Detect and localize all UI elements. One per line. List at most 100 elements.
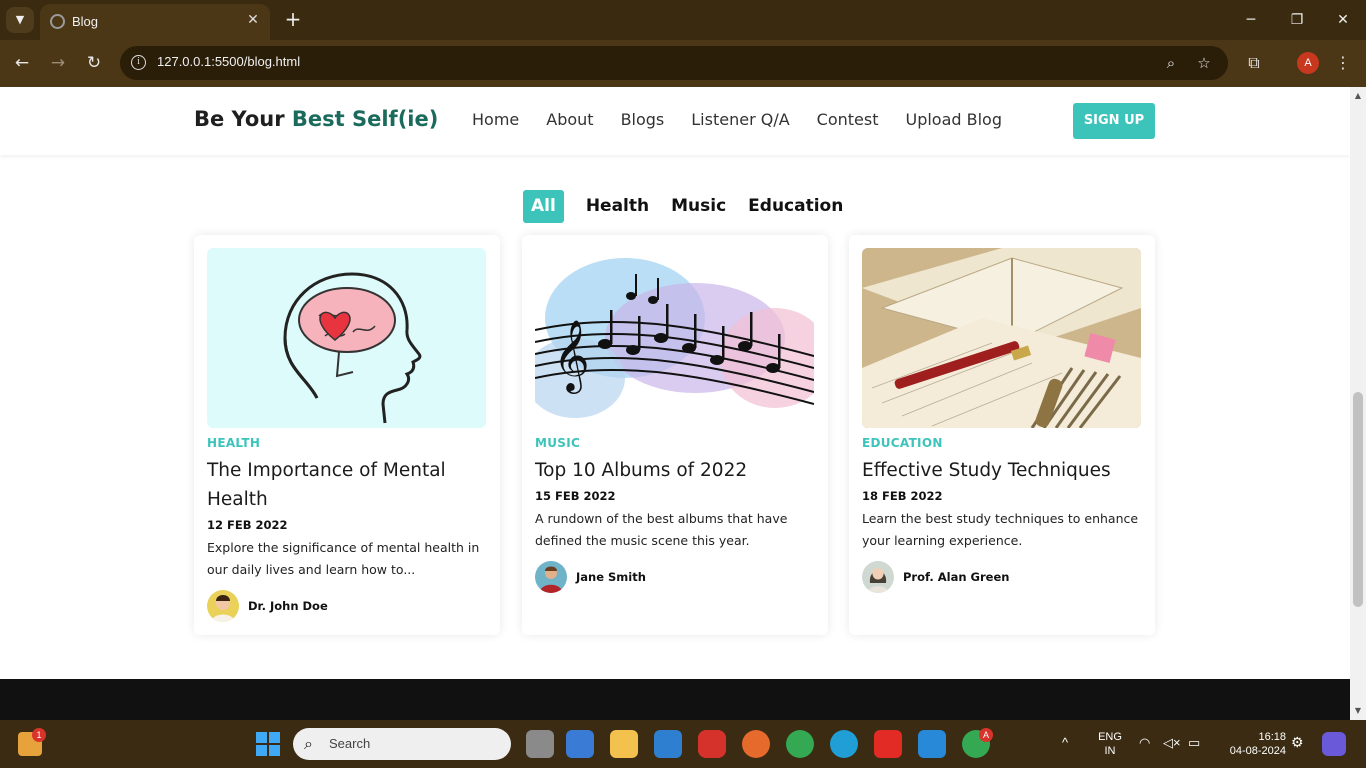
url-text[interactable]: 127.0.0.1:5500/blog.html [157,54,300,69]
notification-badge: 1 [32,728,46,742]
author-name: Dr. John Doe [248,599,328,613]
chrome-icon[interactable] [786,730,814,758]
blog-card-health[interactable]: HEALTH The Importance of Mental Health 1… [194,235,500,635]
close-tab-icon[interactable]: ✕ [244,11,262,29]
zoom-icon[interactable]: ⌕ [1161,53,1181,73]
clock-date: 04-08-2024 [1229,745,1286,757]
avatar [862,561,894,593]
post-title[interactable]: The Importance of Mental Health [207,456,487,514]
page-viewport: Be Your Best Self(ie) Home About Blogs L… [0,87,1350,720]
taskbar-search[interactable]: ⌕ Search [293,728,511,760]
notification-bell-icon[interactable]: ⚙ [1291,735,1304,749]
avatar [535,561,567,593]
sign-up-button[interactable]: SIGN UP [1073,103,1155,139]
filter-health[interactable]: Health [586,190,649,223]
filter-music[interactable]: Music [671,190,726,223]
post-excerpt: Learn the best study techniques to enhan… [862,511,1139,548]
post-title[interactable]: Top 10 Albums of 2022 [535,456,815,485]
nav-blogs[interactable]: Blogs [621,110,665,129]
nav-contest[interactable]: Contest [817,110,879,129]
profile-avatar[interactable]: A [1297,52,1319,74]
windows-start-icon[interactable] [255,731,281,757]
post-date: 18 FEB 2022 [862,489,943,503]
scroll-down-icon[interactable]: ▼ [1353,706,1363,716]
wps-office-icon[interactable] [698,730,726,758]
post-author: Jane Smith [535,561,646,593]
author-name: Prof. Alan Green [903,570,1010,584]
forward-arrow-icon[interactable]: → [46,51,70,75]
post-category: HEALTH [207,436,261,450]
blog-card-education[interactable]: EDUCATION Effective Study Techniques 18 … [849,235,1155,635]
post-category: EDUCATION [862,436,943,450]
reload-icon[interactable]: ↻ [82,51,106,75]
volume-muted-icon[interactable]: ◁× [1163,736,1181,750]
post-date: 12 FEB 2022 [207,518,288,532]
menu-kebab-icon[interactable]: ⋮ [1331,51,1355,75]
chrome-profile-badge: A [979,728,993,742]
browser-toolbar: ← → ↻ i 127.0.0.1:5500/blog.html ⌕ ☆ ⧉ A… [0,40,1366,87]
site-logo[interactable]: Be Your Best Self(ie) [194,107,438,131]
nav-about[interactable]: About [546,110,593,129]
author-name: Jane Smith [576,570,646,584]
wifi-icon[interactable]: ◠ [1139,736,1150,750]
post-author: Dr. John Doe [207,590,328,622]
post-excerpt: A rundown of the best albums that have d… [535,511,788,548]
language-indicator[interactable]: ENG IN [1096,730,1124,758]
battery-icon[interactable]: ▭ [1188,736,1200,750]
blog-card-music[interactable]: 𝄞 MUSIC Top 10 Albums of 2022 15 FEB 202… [522,235,828,635]
nav-listener-qa[interactable]: Listener Q/A [691,110,789,129]
post-category: MUSIC [535,436,581,450]
windows-taskbar: 1 ⌕ Search A ^ ENG IN ◠ ◁× ▭ 16:18 04-08… [0,720,1366,768]
address-bar[interactable]: i 127.0.0.1:5500/blog.html ⌕ ☆ [120,46,1228,80]
search-placeholder: Search [329,736,371,751]
post-excerpt: Explore the significance of mental healt… [207,540,480,577]
filter-education[interactable]: Education [748,190,843,223]
bookmark-star-icon[interactable]: ☆ [1194,53,1214,73]
globe-icon [50,14,65,29]
copilot-icon[interactable] [1322,732,1346,756]
svg-text:𝄞: 𝄞 [553,318,590,394]
task-view-icon[interactable] [526,730,554,758]
new-tab-plus-icon[interactable]: + [282,8,304,30]
avatar [207,590,239,622]
mail-icon[interactable] [654,730,682,758]
file-explorer-icon[interactable] [610,730,638,758]
window-close-icon[interactable]: ✕ [1331,8,1355,32]
nav-home[interactable]: Home [472,110,519,129]
post-author: Prof. Alan Green [862,561,1009,593]
filter-all[interactable]: All [523,190,564,223]
edge-icon[interactable] [830,730,858,758]
search-icon: ⌕ [304,734,313,753]
page-scrollbar[interactable]: ▲ ▼ [1350,87,1366,720]
vscode-icon[interactable] [918,730,946,758]
firefox-icon[interactable] [742,730,770,758]
back-arrow-icon[interactable]: ← [10,51,34,75]
tab-title: Blog [72,14,99,29]
music-notes-image[interactable]: 𝄞 [535,248,814,428]
store-icon[interactable] [566,730,594,758]
browser-tab-blog[interactable]: Blog ✕ [40,4,270,40]
scroll-thumb[interactable] [1353,392,1363,607]
study-books-image[interactable] [862,248,1141,428]
extensions-puzzle-icon[interactable]: ⧉ [1242,51,1266,75]
minimize-icon[interactable]: ─ [1239,8,1263,32]
post-date: 15 FEB 2022 [535,489,616,503]
scroll-up-icon[interactable]: ▲ [1353,91,1363,101]
restore-icon[interactable]: ❐ [1285,8,1309,32]
clock-time: 16:18 [1258,731,1286,743]
language-code: ENG [1098,731,1122,743]
tray-chevron-icon[interactable]: ^ [1062,736,1068,750]
browser-tab-bar: ▼ Blog ✕ + ─ ❐ ✕ [0,0,1366,40]
region-code: IN [1104,745,1116,757]
brand-prefix: Be Your [194,107,292,131]
system-clock[interactable]: 16:18 04-08-2024 [1216,730,1286,758]
nav-upload-blog[interactable]: Upload Blog [905,110,1002,129]
site-footer [0,679,1350,720]
main-nav: Home About Blogs Listener Q/A Contest Up… [472,110,1002,129]
tab-search-chevron-icon[interactable]: ▼ [6,7,34,33]
brand-accent: Best Self(ie) [291,107,439,131]
post-title[interactable]: Effective Study Techniques [862,456,1142,485]
youtube-icon[interactable] [874,730,902,758]
mental-health-image[interactable] [207,248,486,428]
site-info-icon[interactable]: i [131,55,146,70]
